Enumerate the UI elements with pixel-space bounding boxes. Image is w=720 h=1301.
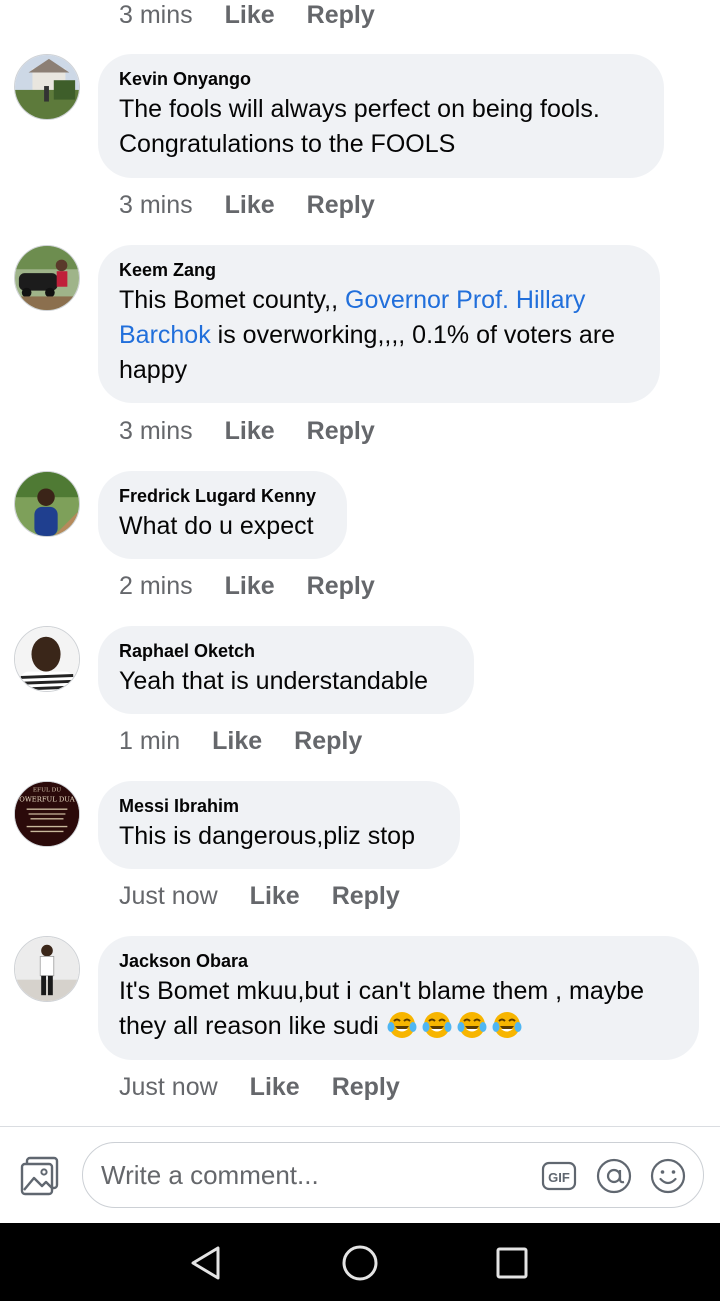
gif-label: GIF [548, 1170, 570, 1185]
comment-meta-row: 3 mins Like Reply [119, 414, 407, 448]
comment-text: Yeah that is understandable [119, 667, 429, 695]
tears-of-joy-icon [387, 1012, 417, 1038]
comment-input[interactable] [101, 1155, 521, 1195]
comment-text: This is dangerous,pliz stop [119, 822, 415, 850]
comment-text-line: The fools will always perfect on being f… [119, 95, 600, 123]
comment-text-line: Congratulations to the FOOLS [119, 130, 456, 158]
avatar-photo [15, 55, 79, 119]
comment-author[interactable]: Fredrick Lugard Kenny [119, 483, 325, 509]
gif-icon[interactable]: GIF [541, 1158, 577, 1194]
comment-author[interactable]: Jackson Obara [119, 948, 677, 974]
comment-text: It's Bomet mkuu,but i can't blame them ,… [119, 974, 677, 1044]
comment-timestamp: 1 min [119, 726, 181, 755]
home-circle-icon[interactable] [340, 1243, 380, 1283]
comment-meta-row: 3 mins Like Reply [119, 0, 407, 32]
avatar[interactable] [14, 245, 80, 311]
reply-button[interactable]: Reply [307, 417, 375, 446]
photo-icon[interactable] [18, 1154, 62, 1198]
comment-timestamp: 3 mins [119, 416, 193, 445]
comment-author[interactable]: Keem Zang [119, 257, 638, 283]
tears-of-joy-icon [422, 1012, 452, 1038]
emoji-group [387, 1010, 527, 1040]
reply-button[interactable]: Reply [332, 1073, 400, 1102]
avatar-photo: EFUL DU OWERFUL DUA [15, 782, 79, 846]
avatar-photo [15, 627, 79, 691]
comment-timestamp: Just now [119, 881, 218, 910]
comment-text: The fools will always perfect on being f… [119, 92, 642, 162]
reply-button[interactable]: Reply [307, 572, 375, 601]
reply-button[interactable]: Reply [294, 727, 362, 756]
comment-bubble: Messi Ibrahim This is dangerous,pliz sto… [98, 781, 460, 869]
comment-bubble: Raphael Oketch Yeah that is understandab… [98, 626, 474, 714]
reply-button[interactable]: Reply [332, 882, 400, 911]
comment-text-segment: they all reason like sudi [119, 1012, 379, 1040]
comment-bubble: Fredrick Lugard Kenny What do u expect [98, 471, 347, 559]
avatar[interactable] [14, 936, 80, 1002]
reply-button[interactable]: Reply [307, 1, 375, 30]
mention-at-icon[interactable] [596, 1158, 632, 1194]
avatar-photo [15, 472, 79, 536]
comment-meta-row: 3 mins Like Reply [119, 188, 407, 222]
like-button[interactable]: Like [212, 727, 262, 756]
comment-text: What do u expect [119, 512, 314, 540]
like-button[interactable]: Like [225, 191, 275, 220]
comment-timestamp: 2 mins [119, 571, 193, 600]
comment-meta-row: 2 mins Like Reply [119, 569, 407, 603]
like-button[interactable]: Like [225, 417, 275, 446]
avatar-photo [15, 246, 79, 310]
comment-author[interactable]: Messi Ibrahim [119, 793, 438, 819]
comment-bubble: Keem Zang This Bomet county,, Governor P… [98, 245, 660, 403]
avatar[interactable] [14, 626, 80, 692]
comment-text: This Bomet county,, Governor Prof. Hilla… [119, 283, 638, 388]
avatar-caption: EFUL DU [33, 788, 61, 794]
like-button[interactable]: Like [225, 1, 275, 30]
comment-bubble: Jackson Obara It's Bomet mkuu,but i can'… [98, 936, 699, 1060]
comment-timestamp: 3 mins [119, 0, 193, 29]
like-button[interactable]: Like [250, 1073, 300, 1102]
emoji-icon[interactable] [650, 1158, 686, 1194]
avatar[interactable] [14, 471, 80, 537]
comment-input-box[interactable]: GIF [82, 1142, 704, 1208]
avatar[interactable] [14, 54, 80, 120]
tears-of-joy-icon [457, 1012, 487, 1038]
tears-of-joy-icon [492, 1012, 522, 1038]
comment-author[interactable]: Kevin Onyango [119, 66, 642, 92]
avatar-photo [15, 937, 79, 1001]
comment-text-line: It's Bomet mkuu,but i can't blame them ,… [119, 977, 645, 1005]
system-navigation-bar [0, 1223, 720, 1301]
comment-timestamp: 3 mins [119, 190, 193, 219]
back-triangle-icon[interactable] [186, 1243, 226, 1283]
like-button[interactable]: Like [250, 882, 300, 911]
avatar[interactable]: EFUL DU OWERFUL DUA [14, 781, 80, 847]
comment-author[interactable]: Raphael Oketch [119, 638, 452, 664]
comment-bubble: Kevin Onyango The fools will always perf… [98, 54, 664, 178]
avatar-caption: OWERFUL DUA [19, 795, 74, 803]
recents-square-icon[interactable] [492, 1243, 532, 1283]
comment-timestamp: Just now [119, 1072, 218, 1101]
reply-button[interactable]: Reply [307, 191, 375, 220]
comment-text-segment: This Bomet county,, [119, 286, 346, 314]
comment-meta-row: Just now Like Reply [119, 879, 432, 913]
like-button[interactable]: Like [225, 572, 275, 601]
comment-text-line: they all reason like sudi [119, 1009, 677, 1044]
comment-meta-row: Just now Like Reply [119, 1070, 432, 1104]
comment-meta-row: 1 min Like Reply [119, 724, 394, 758]
